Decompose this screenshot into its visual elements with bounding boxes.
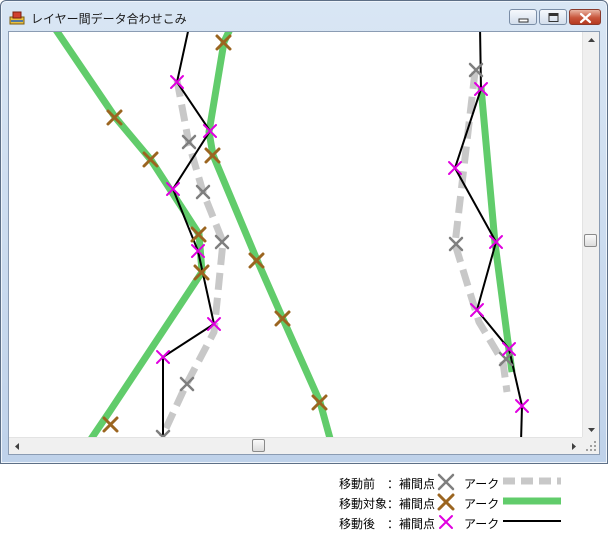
before-arc-icon — [503, 477, 561, 485]
title-bar[interactable]: レイヤー間データ合わせこみ — [1, 1, 607, 31]
legend-row-before: 移動前 ：補間点 アーク — [339, 472, 610, 492]
maximize-button[interactable] — [539, 9, 567, 25]
legend-row-target: 移動対象：補間点 アーク — [339, 492, 610, 512]
horizontal-scroll-thumb[interactable] — [252, 439, 265, 452]
scroll-left-icon[interactable] — [9, 438, 26, 455]
after-point-icon — [439, 515, 453, 529]
legend-arc-label-after: アーク — [464, 517, 500, 531]
close-button[interactable] — [569, 9, 601, 25]
scroll-right-icon[interactable] — [565, 438, 582, 455]
app-window: レイヤー間データ合わせこみ — [0, 0, 608, 464]
legend-label-before: 移動前 ：補間点 — [339, 477, 436, 491]
vertical-scrollbar[interactable] — [582, 32, 599, 438]
scroll-up-icon[interactable] — [583, 32, 600, 49]
after-arc — [453, 32, 524, 439]
legend-row-after: 移動後 ：補間点 アーク — [339, 512, 610, 532]
legend-arc-label-before: アーク — [464, 477, 500, 491]
after-arc-icon — [503, 520, 561, 522]
resize-grip-icon — [586, 441, 596, 451]
scroll-down-icon[interactable] — [583, 421, 600, 438]
minimize-button[interactable] — [509, 9, 537, 25]
legend-label-after: 移動後 ：補間点 — [339, 517, 436, 531]
map-view[interactable] — [8, 31, 600, 455]
vertical-scroll-thumb[interactable] — [584, 234, 597, 247]
target-point-icon — [437, 493, 455, 511]
target-arc-icon — [503, 497, 561, 505]
before-point-icon — [437, 473, 455, 491]
legend-label-target: 移動対象：補間点 — [339, 497, 436, 511]
horizontal-scrollbar[interactable] — [9, 437, 582, 454]
close-icon — [579, 12, 592, 24]
minimize-icon — [518, 18, 529, 23]
map-canvas[interactable] — [9, 32, 584, 439]
size-grip[interactable] — [582, 437, 599, 454]
maximize-icon — [548, 13, 559, 22]
legend-arc-label-target: アーク — [464, 497, 500, 511]
window-title: レイヤー間データ合わせこみ — [31, 12, 187, 26]
legend: 移動前 ：補間点 アーク 移動対象：補間点 アーク 移動後 ：補間点 アーク — [0, 468, 610, 539]
map-app-icon — [9, 11, 25, 25]
